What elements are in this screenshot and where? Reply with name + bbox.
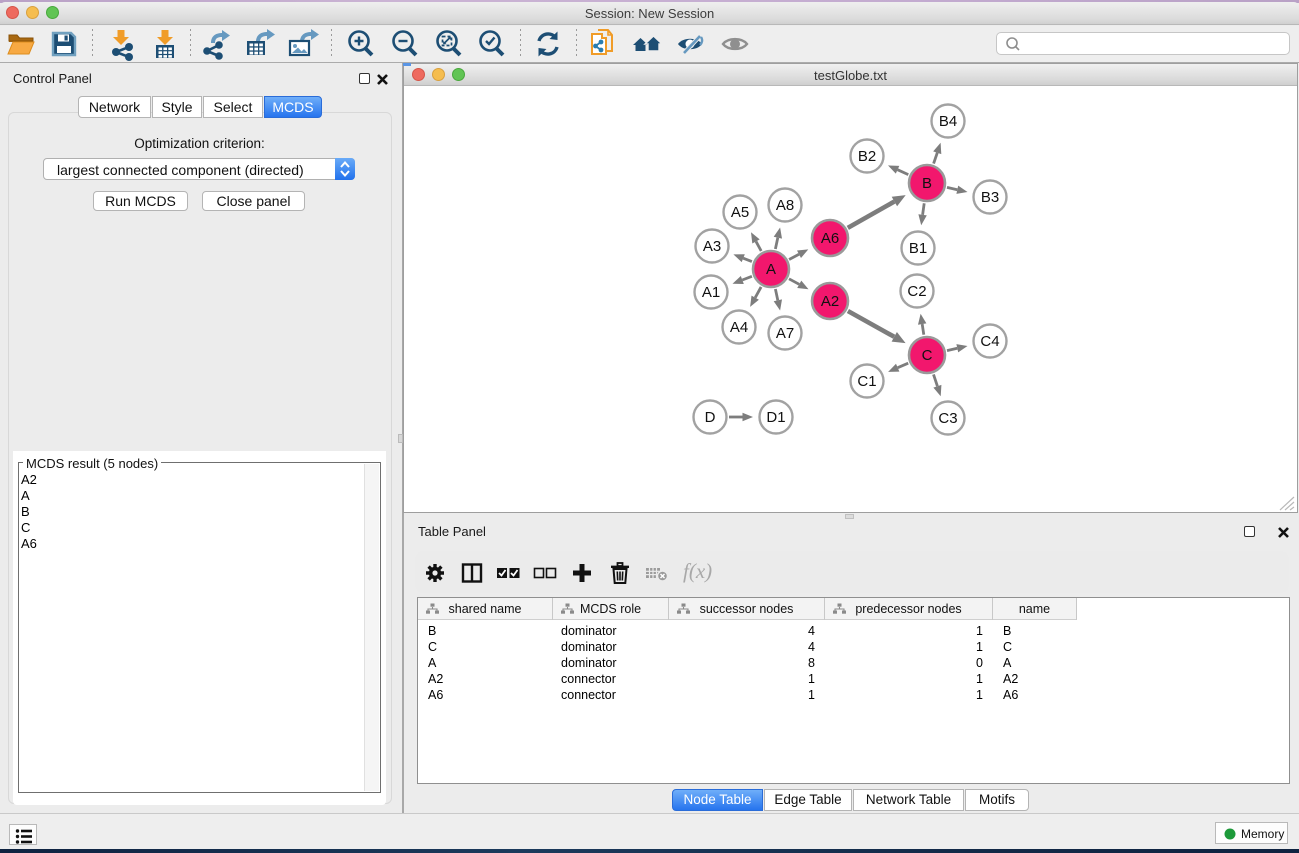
svg-text:A3: A3 <box>703 238 721 255</box>
svg-text:A6: A6 <box>821 230 839 247</box>
svg-text:A7: A7 <box>776 325 794 342</box>
svg-text:A4: A4 <box>730 319 748 336</box>
svg-text:A2: A2 <box>821 293 839 310</box>
svg-text:C3: C3 <box>938 410 957 427</box>
svg-text:B3: B3 <box>981 189 999 206</box>
svg-text:A8: A8 <box>776 197 794 214</box>
svg-text:C: C <box>922 347 933 364</box>
svg-text:C2: C2 <box>907 283 926 300</box>
svg-text:C4: C4 <box>980 333 999 350</box>
svg-text:A5: A5 <box>731 204 749 221</box>
svg-text:B2: B2 <box>858 148 876 165</box>
svg-text:D: D <box>705 409 716 426</box>
svg-text:B: B <box>922 175 932 192</box>
svg-text:A1: A1 <box>702 284 720 301</box>
svg-text:C1: C1 <box>857 373 876 390</box>
svg-text:A: A <box>766 261 776 278</box>
svg-text:B4: B4 <box>939 113 957 130</box>
svg-text:B1: B1 <box>909 240 927 257</box>
svg-text:D1: D1 <box>766 409 785 426</box>
